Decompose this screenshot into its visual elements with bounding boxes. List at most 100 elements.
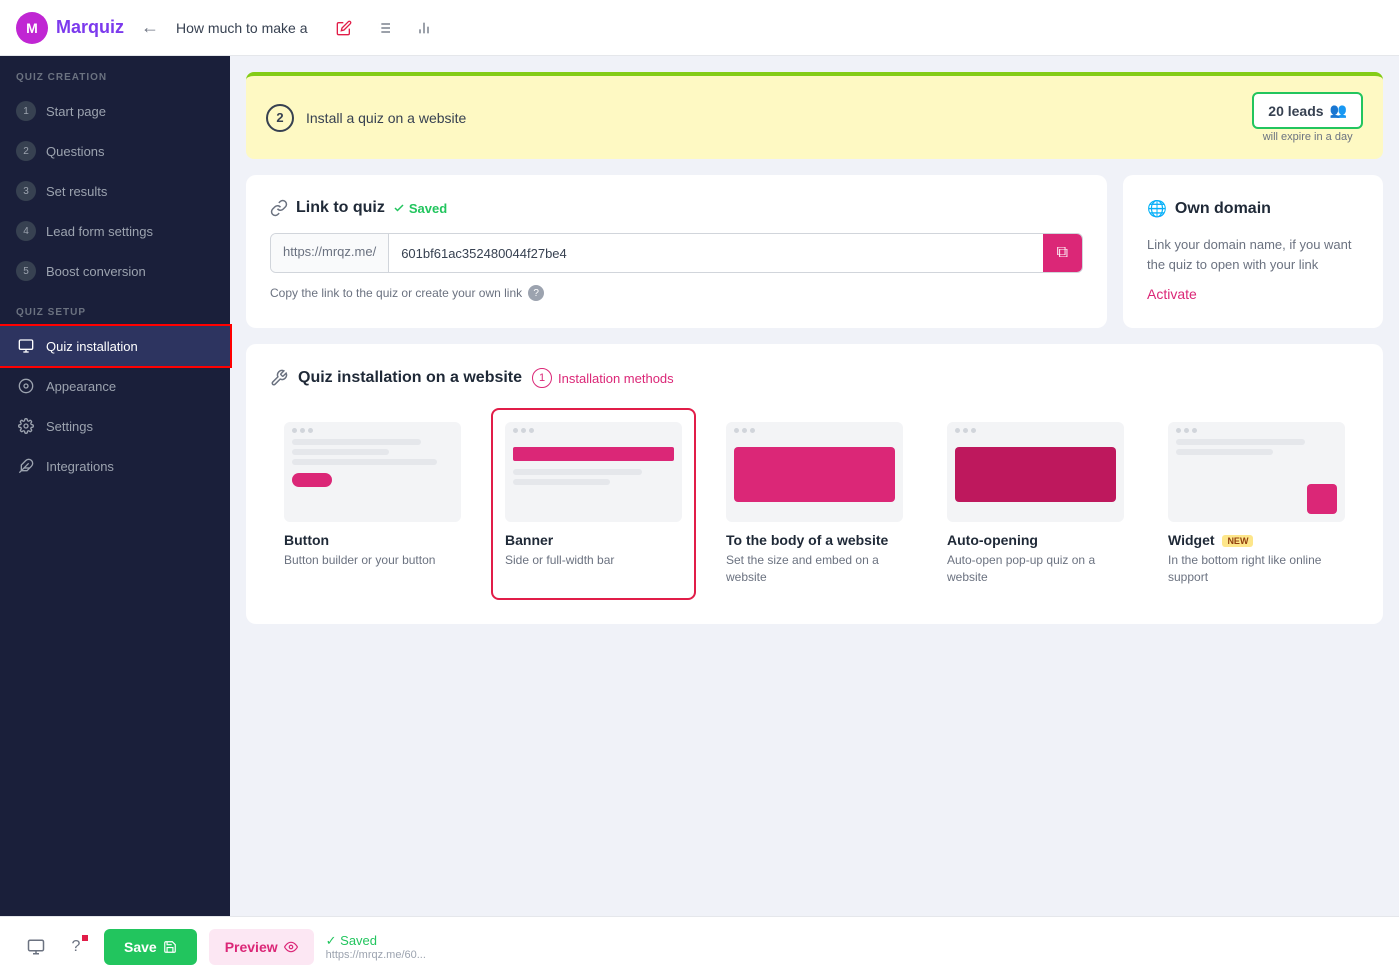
sidebar-label-start-page: Start page xyxy=(46,104,106,119)
method-button[interactable]: Button Button builder or your button xyxy=(270,408,475,600)
palette-icon xyxy=(16,376,36,396)
body-method-name: To the body of a website xyxy=(726,532,903,548)
save-button[interactable]: Save xyxy=(104,929,197,965)
help-circle-icon[interactable] xyxy=(20,931,52,963)
help-icon[interactable]: ? xyxy=(528,285,544,301)
sidebar-item-integrations[interactable]: Integrations xyxy=(0,446,230,486)
auto-preview xyxy=(947,422,1124,522)
saved-url: https://mrqz.me/60... xyxy=(326,949,426,961)
button-method-desc: Button builder or your button xyxy=(284,552,461,569)
method-widget[interactable]: Widget NEW In the bottom right like onli… xyxy=(1154,408,1359,600)
link-input-row: https://mrqz.me/ ⧉ xyxy=(270,233,1083,273)
auto-method-desc: Auto-open pop-up quiz on a website xyxy=(947,552,1124,586)
step-num-5: 5 xyxy=(16,261,36,281)
link-card: Link to quiz Saved https://mrqz.me/ ⧉ Co… xyxy=(246,175,1107,328)
logo: M Marquiz xyxy=(16,12,124,44)
method-banner[interactable]: Banner Side or full-width bar xyxy=(491,408,696,600)
pencil-icon[interactable] xyxy=(328,12,360,44)
link-card-title: Link to quiz Saved xyxy=(270,199,1083,217)
widget-method-desc: In the bottom right like online support xyxy=(1168,552,1345,586)
sidebar-item-boost-conversion[interactable]: 5 Boost conversion xyxy=(0,251,230,291)
quiz-creation-label: QUIZ CREATION xyxy=(0,72,230,91)
link-help: Copy the link to the quiz or create your… xyxy=(270,285,1083,301)
own-domain-card: 🌐 Own domain Link your domain name, if y… xyxy=(1123,175,1383,328)
topbar-icons xyxy=(328,12,440,44)
own-domain-title: 🌐 Own domain xyxy=(1147,199,1359,219)
save-label: Save xyxy=(124,939,157,955)
sidebar-label-set-results: Set results xyxy=(46,184,107,199)
link-title-text: Link to quiz xyxy=(296,199,385,217)
saved-text: ✓ Saved xyxy=(326,933,426,949)
logo-icon: M xyxy=(16,12,48,44)
back-button[interactable]: ← xyxy=(136,14,164,42)
sidebar-label-boost-conversion: Boost conversion xyxy=(46,264,146,279)
widget-method-name: Widget NEW xyxy=(1168,532,1345,548)
sidebar-item-set-results[interactable]: 3 Set results xyxy=(0,171,230,211)
sidebar-item-quiz-installation[interactable]: Quiz installation xyxy=(0,326,230,366)
step-num-1: 1 xyxy=(16,101,36,121)
install-methods-badge[interactable]: 1 Installation methods xyxy=(532,368,674,388)
url-prefix: https://mrqz.me/ xyxy=(271,234,389,272)
step-num-4: 4 xyxy=(16,221,36,241)
url-input[interactable] xyxy=(389,234,1042,272)
sidebar: QUIZ CREATION 1 Start page 2 Questions 3… xyxy=(0,56,230,916)
topbar: M Marquiz ← How much to make a xyxy=(0,0,1399,56)
sidebar-item-questions[interactable]: 2 Questions xyxy=(0,131,230,171)
button-preview xyxy=(284,422,461,522)
leads-expire: will expire in a day xyxy=(1252,131,1363,143)
saved-label: Saved xyxy=(409,201,447,216)
own-domain-title-text: Own domain xyxy=(1175,200,1271,218)
sidebar-label-lead-form: Lead form settings xyxy=(46,224,153,239)
install-card: Quiz installation on a website 1 Install… xyxy=(246,344,1383,624)
monitor-icon xyxy=(16,336,36,356)
auto-method-name: Auto-opening xyxy=(947,532,1124,548)
preview-button[interactable]: Preview xyxy=(209,929,314,965)
sidebar-item-settings[interactable]: Settings xyxy=(0,406,230,446)
sidebar-label-appearance: Appearance xyxy=(46,379,116,394)
page-title: How much to make a xyxy=(176,20,308,36)
leads-button[interactable]: 20 leads 👥 xyxy=(1252,92,1363,129)
badge-label: Installation methods xyxy=(558,371,674,386)
method-auto[interactable]: Auto-opening Auto-open pop-up quiz on a … xyxy=(933,408,1138,600)
widget-preview xyxy=(1168,422,1345,522)
button-method-name: Button xyxy=(284,532,461,548)
activate-link[interactable]: Activate xyxy=(1147,286,1197,302)
step-num-2: 2 xyxy=(16,141,36,161)
banner-preview xyxy=(505,422,682,522)
saved-indicator: Saved xyxy=(393,201,447,216)
copy-button[interactable]: ⧉ xyxy=(1043,234,1082,272)
puzzle-icon xyxy=(16,456,36,476)
preview-label: Preview xyxy=(225,939,278,955)
method-body[interactable]: To the body of a website Set the size an… xyxy=(712,408,917,600)
step-num-3: 3 xyxy=(16,181,36,201)
body-method-desc: Set the size and embed on a website xyxy=(726,552,903,586)
saved-status: ✓ Saved https://mrqz.me/60... xyxy=(326,933,426,961)
people-icon: 👥 xyxy=(1330,102,1347,119)
sidebar-label-quiz-installation: Quiz installation xyxy=(46,339,138,354)
sidebar-item-lead-form[interactable]: 4 Lead form settings xyxy=(0,211,230,251)
new-badge: NEW xyxy=(1222,535,1253,547)
globe-icon: 🌐 xyxy=(1147,199,1167,219)
question-icon[interactable]: ? xyxy=(60,931,92,963)
notification-banner: 2 Install a quiz on a website 20 leads 👥… xyxy=(246,72,1383,159)
bottombar: ? Save Preview ✓ Saved https://mrqz.me/6… xyxy=(0,916,1399,976)
install-methods: Button Button builder or your button Ban… xyxy=(270,408,1359,600)
leads-section: 20 leads 👥 will expire in a day xyxy=(1252,92,1363,143)
install-title-text: Quiz installation on a website xyxy=(298,369,522,387)
install-title: Quiz installation on a website 1 Install… xyxy=(270,368,1359,388)
list-icon[interactable] xyxy=(368,12,400,44)
barchart-icon[interactable] xyxy=(408,12,440,44)
body-preview xyxy=(726,422,903,522)
own-domain-desc: Link your domain name, if you want the q… xyxy=(1147,235,1359,274)
main-layout: QUIZ CREATION 1 Start page 2 Questions 3… xyxy=(0,56,1399,916)
content-area: 2 Install a quiz on a website 20 leads 👥… xyxy=(230,56,1399,916)
logo-text: Marquiz xyxy=(56,17,124,38)
sidebar-item-start-page[interactable]: 1 Start page xyxy=(0,91,230,131)
help-text: Copy the link to the quiz or create your… xyxy=(270,286,522,300)
sidebar-label-questions: Questions xyxy=(46,144,105,159)
notif-left: 2 Install a quiz on a website xyxy=(266,104,466,132)
settings-icon xyxy=(16,416,36,436)
sidebar-item-appearance[interactable]: Appearance xyxy=(0,366,230,406)
banner-method-desc: Side or full-width bar xyxy=(505,552,682,569)
sidebar-label-integrations: Integrations xyxy=(46,459,114,474)
